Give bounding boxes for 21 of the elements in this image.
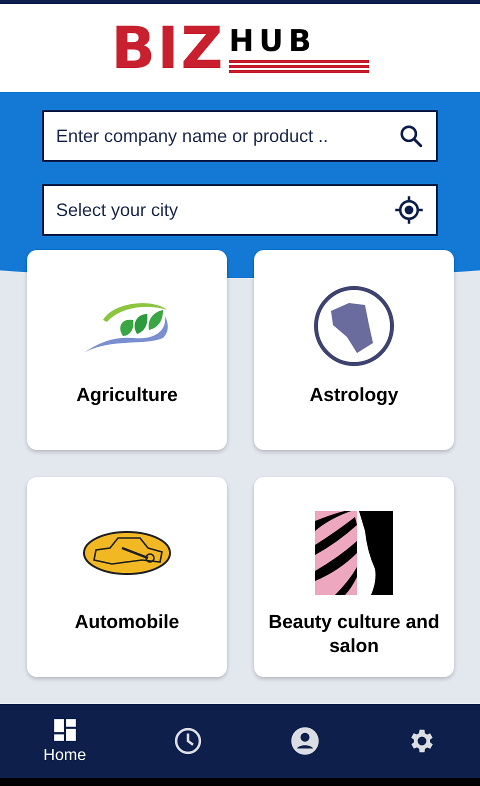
category-card[interactable]: Beauty culture and salon bbox=[254, 477, 454, 677]
car-icon bbox=[82, 530, 172, 576]
category-card[interactable]: Automobile bbox=[27, 477, 227, 677]
category-label: Beauty culture and salon bbox=[267, 611, 441, 659]
dashboard-icon bbox=[52, 717, 78, 743]
city-field[interactable]: Select your city bbox=[42, 184, 438, 236]
stripes-icon bbox=[315, 511, 393, 595]
search-icon[interactable] bbox=[398, 123, 424, 149]
category-card[interactable]: Astrology bbox=[254, 250, 454, 450]
category-label: Astrology bbox=[310, 384, 398, 408]
category-label: Agriculture bbox=[76, 384, 178, 408]
logo-subtext: HUB bbox=[228, 27, 316, 57]
category-card[interactable]: Agriculture bbox=[27, 250, 227, 450]
category-label: Automobile bbox=[74, 611, 180, 635]
search-field[interactable]: Enter company name or product .. bbox=[42, 110, 438, 162]
account-icon bbox=[290, 726, 320, 756]
clock-icon bbox=[172, 726, 203, 756]
logo-stripes-icon bbox=[228, 59, 369, 73]
location-target-icon[interactable] bbox=[394, 195, 424, 225]
home-tab[interactable]: Home bbox=[35, 713, 94, 769]
logo-text: BIZ bbox=[111, 19, 225, 77]
